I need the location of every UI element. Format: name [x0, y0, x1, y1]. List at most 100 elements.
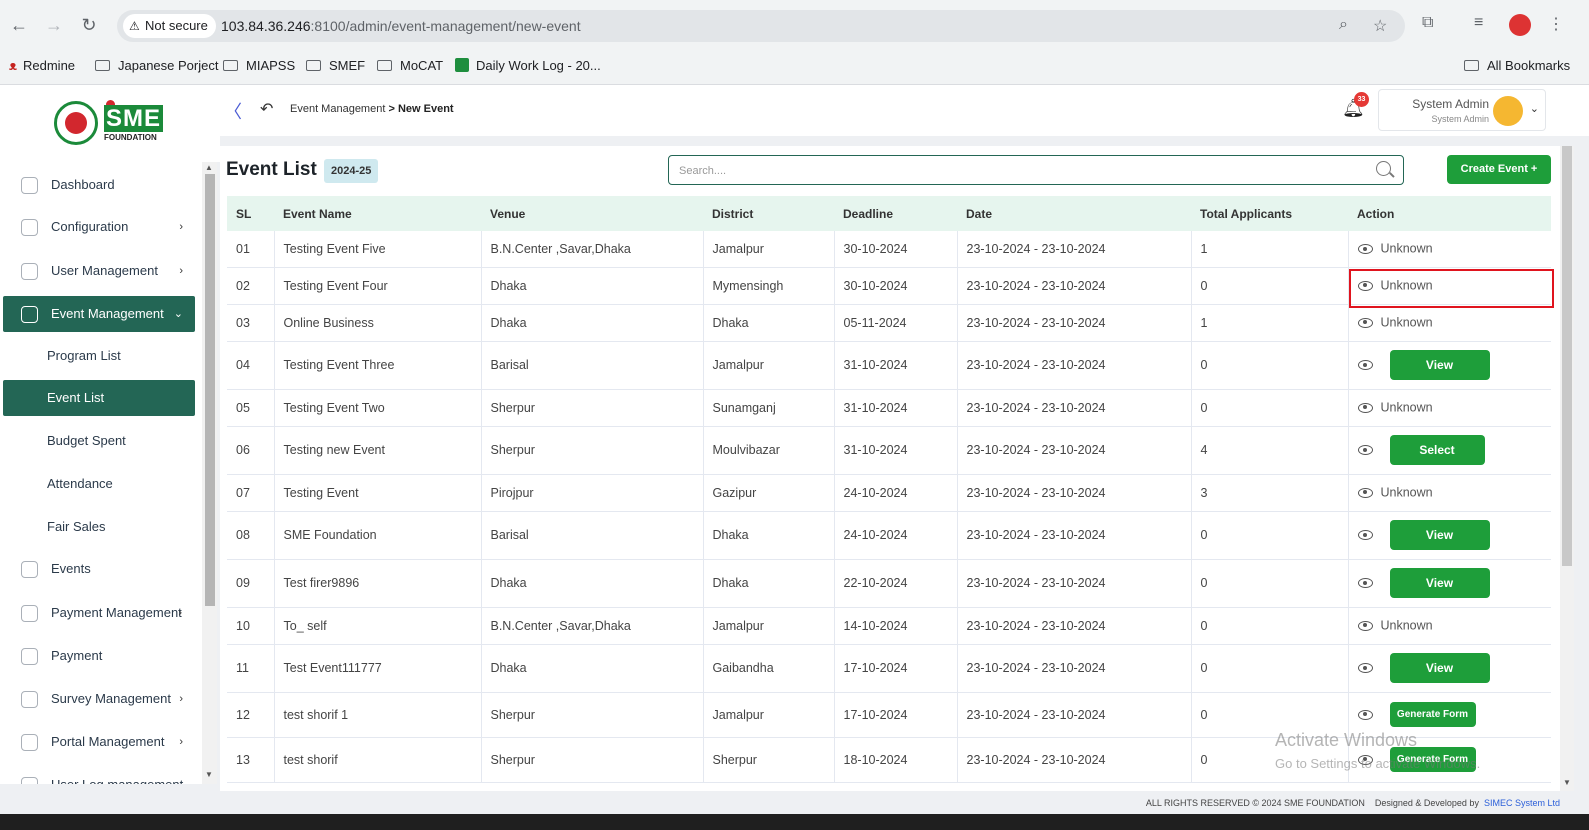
activate-windows-watermark: Activate Windows	[1275, 730, 1418, 750]
sidebar-item-payment-management[interactable]: Payment Management ›	[3, 595, 195, 631]
eye-icon[interactable]	[1357, 487, 1373, 498]
cell-sl: 03	[227, 304, 275, 342]
bookmarks-bar: ᴥ Redmine Japanese Porject MIAPSS SMEF Mo…	[0, 50, 1589, 85]
scroll-up-icon[interactable]: ▲	[205, 163, 213, 172]
warning-icon: ⚠	[129, 19, 140, 33]
bookmark-star-icon[interactable]: ☆	[1373, 16, 1387, 36]
chevron-down-icon: ⌄	[1529, 103, 1539, 115]
main-scrollbar[interactable]: ▼	[1560, 146, 1574, 791]
cell-date: 23-10-2024 - 23-10-2024	[957, 267, 1192, 305]
eye-icon[interactable]	[1357, 360, 1373, 370]
sidebar-subitem-event-list[interactable]: Event List	[3, 380, 195, 416]
scrollbar-thumb[interactable]	[205, 174, 215, 606]
bookmark-label: All Bookmarks	[1487, 58, 1571, 73]
chevron-right-icon: ›	[179, 265, 183, 277]
address-bar[interactable]: ⚠ Not secure 103.84.36.246:8100/admin/ev…	[117, 10, 1405, 42]
bookmark-smef[interactable]: SMEF	[306, 56, 365, 76]
zoom-icon[interactable]: ⌕	[1339, 16, 1348, 34]
user-menu[interactable]: System Admin System Admin ⌄	[1378, 89, 1546, 131]
logo[interactable]: SME FOUNDATION	[0, 86, 220, 162]
search-box[interactable]	[668, 155, 1404, 185]
main-content: Event List 2024-25 Create Event + SL Eve…	[220, 146, 1560, 791]
sidebar-subitem-program-list[interactable]: Program List	[3, 338, 195, 374]
search-input[interactable]	[679, 162, 1359, 179]
cell-sl: 13	[227, 737, 275, 783]
sidebar-scrollbar[interactable]: ▲ ▼	[202, 162, 217, 784]
reload-icon[interactable]: ↻	[77, 13, 101, 37]
search-icon[interactable]	[1376, 161, 1391, 176]
sidebar-subitem-label: Program List	[47, 348, 121, 363]
breadcrumb-parent[interactable]: Event Management	[290, 103, 385, 115]
eye-icon[interactable]	[1357, 620, 1373, 631]
bookmark-daily-work-log[interactable]: Daily Work Log - 20...	[455, 56, 601, 76]
bookmark-all[interactable]: All Bookmarks	[1464, 56, 1570, 76]
table-row: 05 Testing Event Two Sherpur Sunamganj 31-10…	[227, 389, 1551, 427]
view-button[interactable]: View	[1389, 653, 1490, 683]
back-arrow-icon[interactable]: ←	[7, 13, 31, 37]
sidebar-subitem-label: Attendance	[47, 476, 113, 491]
view-button[interactable]: View	[1389, 520, 1490, 550]
portal-icon	[21, 734, 38, 751]
eye-icon[interactable]	[1357, 663, 1373, 673]
sidebar-item-survey-management[interactable]: Survey Management ›	[3, 681, 195, 717]
eye-icon[interactable]	[1357, 530, 1373, 540]
bookmark-label: MIAPSS	[246, 58, 296, 73]
eye-icon[interactable]	[1357, 317, 1373, 328]
create-event-button[interactable]: Create Event +	[1447, 155, 1551, 184]
sidebar-subitem-fair-sales[interactable]: Fair Sales	[3, 509, 195, 545]
eye-icon[interactable]	[1357, 244, 1373, 255]
bookmark-miapss[interactable]: MIAPSS	[223, 56, 295, 76]
sidebar-subitem-attendance[interactable]: Attendance	[3, 466, 195, 502]
cell-event-name: Testing Event	[274, 474, 482, 512]
footer: ALL RIGHTS RESERVED © 2024 SME FOUNDATIO…	[220, 798, 1560, 808]
cell-action: Unknown	[1348, 304, 1551, 342]
sidebar-item-event-management[interactable]: Event Management ⌄	[3, 296, 195, 332]
scroll-down-icon[interactable]: ▼	[1563, 778, 1571, 787]
footer-rights: ALL RIGHTS RESERVED © 2024 SME FOUNDATIO…	[1145, 798, 1365, 808]
cell-deadline: 31-10-2024	[834, 426, 958, 475]
sidebar-item-portal-management[interactable]: Portal Management ›	[3, 724, 195, 760]
sidebar-item-payment[interactable]: Payment	[3, 638, 195, 674]
forward-arrow-icon[interactable]: →	[42, 13, 66, 37]
cell-venue: Barisal	[481, 341, 704, 390]
kebab-menu-icon[interactable]: ⋮	[1548, 14, 1564, 34]
cell-action: View	[1348, 511, 1551, 560]
sidebar-collapse-icon[interactable]: 〈	[224, 98, 242, 124]
view-button[interactable]: View	[1389, 568, 1490, 598]
scroll-down-icon[interactable]: ▼	[205, 770, 213, 779]
cell-date: 23-10-2024 - 23-10-2024	[957, 426, 1192, 475]
sidebar-item-dashboard[interactable]: Dashboard	[3, 167, 195, 203]
cell-event-name: Test Event111777	[274, 644, 482, 693]
table-row: 10 To_ self B.N.Center ,Savar,Dhaka Jamalpu…	[227, 607, 1551, 645]
footer-company-link[interactable]: SIMEC System Ltd	[1484, 798, 1560, 808]
bookmark-mocat[interactable]: MoCAT	[377, 56, 443, 76]
sidebar-item-user-management[interactable]: User Management ›	[3, 253, 195, 289]
eye-icon[interactable]	[1357, 402, 1373, 413]
profile-avatar[interactable]	[1509, 14, 1531, 36]
generate-form-button[interactable]: Generate Form	[1389, 702, 1476, 727]
url-text[interactable]: 103.84.36.246:8100/admin/event-managemen…	[221, 10, 581, 42]
eye-icon[interactable]	[1357, 709, 1373, 720]
select-button[interactable]: Select	[1389, 435, 1485, 465]
bookmark-redmine[interactable]: ᴥ Redmine	[9, 56, 75, 76]
extensions-icon[interactable]: ⧉	[1422, 14, 1433, 32]
sidebar-item-configuration[interactable]: Configuration ›	[3, 209, 195, 245]
sidebar-item-label: Dashboard	[51, 177, 115, 192]
bookmark-japanese-porject[interactable]: Japanese Porject	[95, 56, 218, 76]
table-row: 08 SME Foundation Barisal Dhaka 24-10-2024 23…	[227, 511, 1551, 560]
eye-icon[interactable]	[1357, 280, 1373, 291]
sidebar-item-events[interactable]: Events	[3, 551, 195, 587]
logo-subtitle: FOUNDATION	[104, 133, 157, 142]
cell-total-applicants: 0	[1191, 559, 1349, 608]
eye-icon[interactable]	[1357, 445, 1373, 455]
cell-sl: 07	[227, 474, 275, 512]
sidebar-subitem-budget-spent[interactable]: Budget Spent	[3, 423, 195, 459]
security-chip[interactable]: ⚠ Not secure	[123, 14, 216, 38]
scrollbar-thumb[interactable]	[1562, 146, 1572, 566]
view-button[interactable]: View	[1389, 350, 1490, 380]
media-icon[interactable]: ≡	[1474, 14, 1483, 32]
sidebar-item-user-log-management[interactable]: User Log management	[3, 767, 195, 784]
cell-total-applicants: 0	[1191, 389, 1349, 427]
back-icon[interactable]: ↶	[260, 99, 273, 119]
eye-icon[interactable]	[1357, 578, 1373, 588]
